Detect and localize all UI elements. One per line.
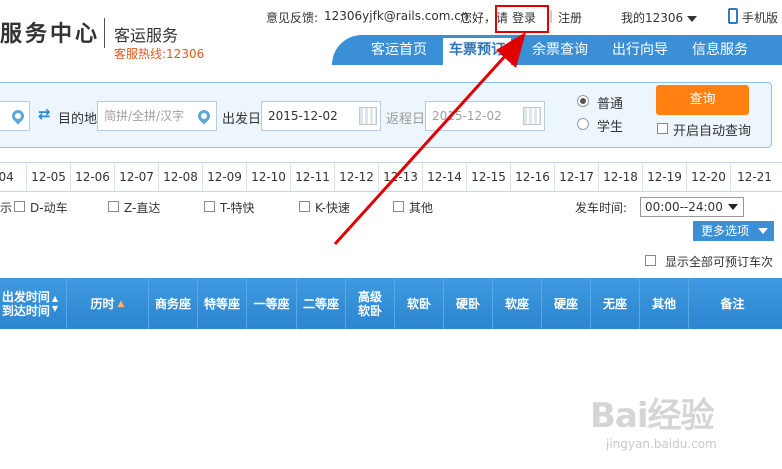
baidu-jingyan-watermark-logo: Bai经验	[590, 396, 715, 436]
annotation-arrow-line	[333, 53, 508, 246]
baidu-jingyan-watermark-url: jingyan.baidu.com	[606, 437, 717, 451]
